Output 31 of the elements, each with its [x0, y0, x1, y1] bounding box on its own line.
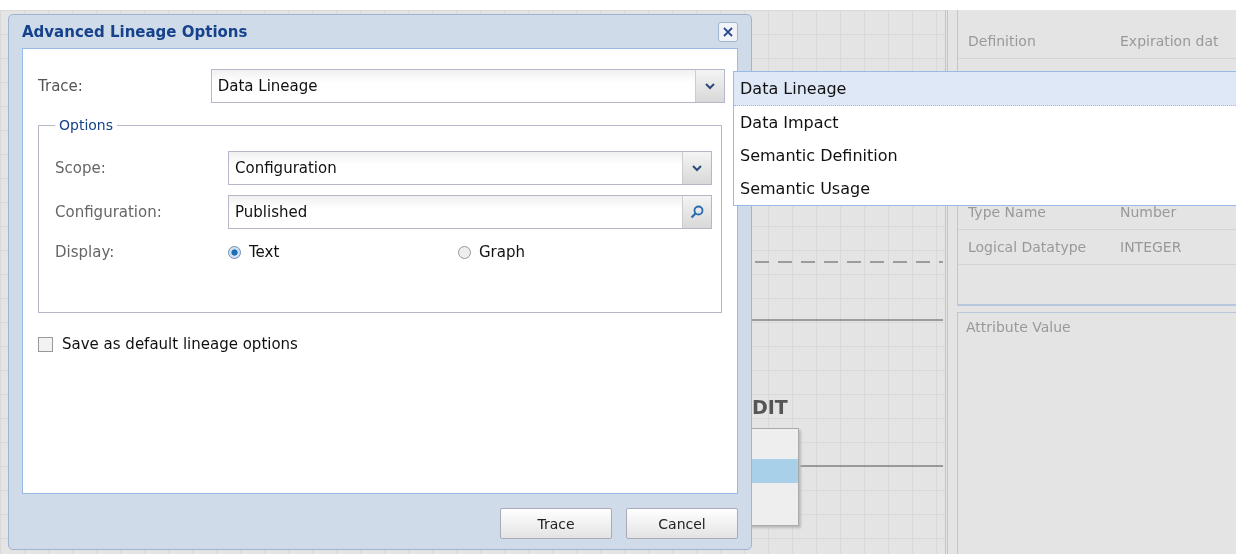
- dropdown-option[interactable]: Semantic Usage: [734, 172, 1236, 205]
- property-name: Type Name: [968, 204, 1047, 220]
- search-icon: [690, 205, 704, 219]
- dialog-button[interactable]: Cancel: [626, 508, 738, 539]
- display-radio[interactable]: Text: [228, 243, 458, 261]
- scope-dropdown[interactable]: Configuration: [228, 151, 712, 185]
- dropdown-option[interactable]: Data Lineage: [734, 72, 1236, 106]
- property-value: Expiration dat: [1120, 33, 1219, 49]
- save-default-checkbox[interactable]: Save as default lineage options: [38, 335, 348, 353]
- property-name: Definition: [968, 33, 1037, 49]
- configuration-field[interactable]: Published: [228, 195, 712, 229]
- dropdown-option[interactable]: Data Impact: [734, 106, 1236, 139]
- scope-label: Scope:: [55, 159, 107, 177]
- attribute-header: Attribute Value: [966, 319, 1071, 335]
- close-button[interactable]: [718, 21, 738, 42]
- property-value: INTEGER: [1120, 239, 1182, 255]
- trace-label: Trace:: [38, 77, 84, 95]
- chevron-down-icon: [692, 164, 702, 172]
- dialog-title: Advanced Lineage Options: [22, 22, 248, 41]
- close-icon: [722, 25, 734, 38]
- entity-title: DIT: [752, 396, 788, 418]
- property-value: Number: [1120, 204, 1177, 220]
- dialog-button[interactable]: Trace: [500, 508, 612, 539]
- display-radio[interactable]: Graph: [458, 243, 688, 261]
- dropdown-option[interactable]: Semantic Definition: [734, 139, 1236, 172]
- property-name: Logical Datatype: [968, 239, 1088, 255]
- options-legend: Options: [55, 117, 118, 133]
- chevron-down-icon: [705, 82, 715, 90]
- trace-dropdown[interactable]: Data Lineage: [210, 69, 725, 103]
- configuration-label: Configuration:: [55, 203, 163, 221]
- display-label: Display:: [55, 243, 116, 261]
